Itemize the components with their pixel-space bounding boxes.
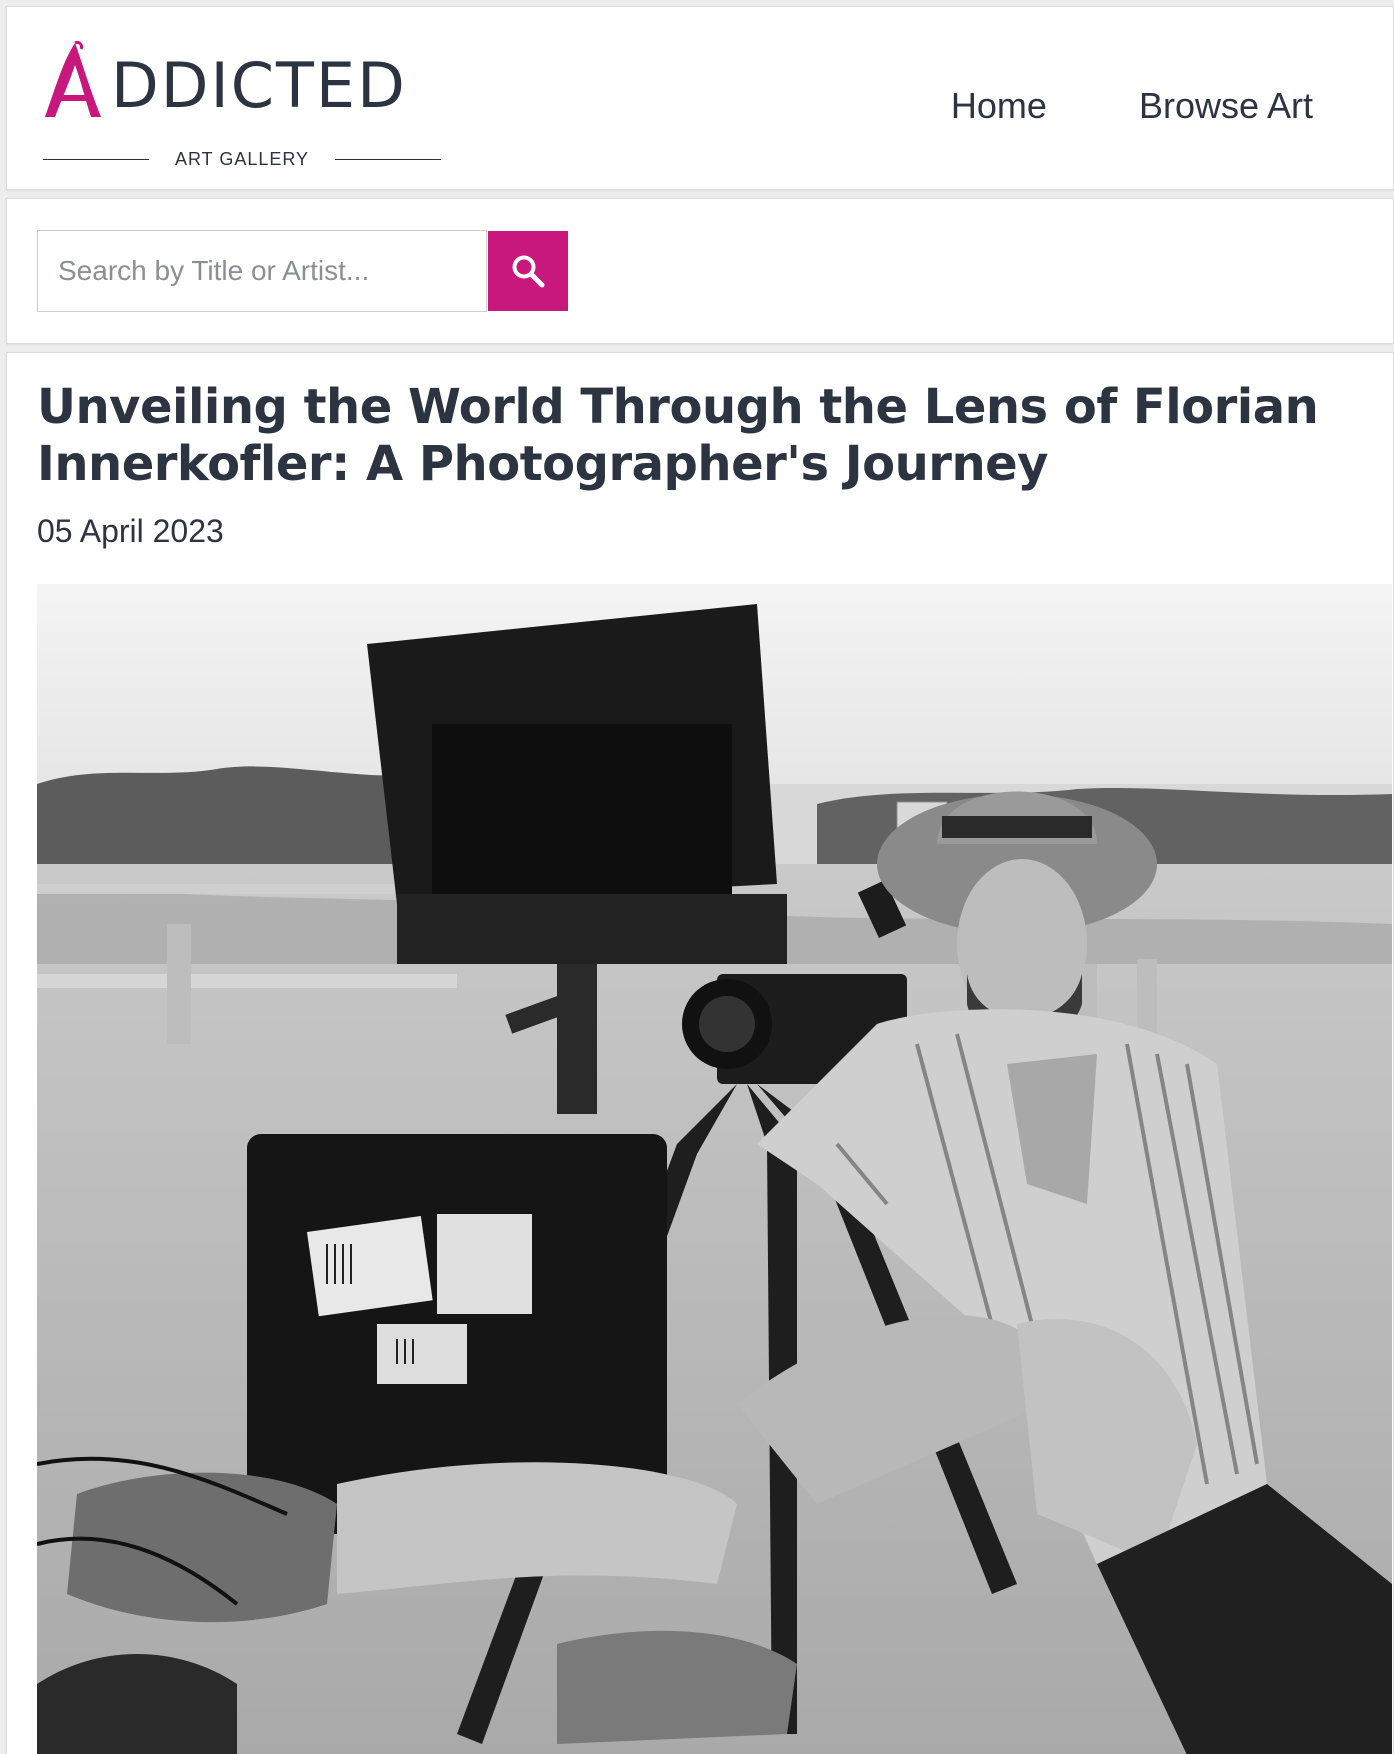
search-button[interactable]: [488, 231, 568, 311]
logo-rule-left: [43, 158, 149, 160]
article: Unveiling the World Through the Lens of …: [6, 352, 1394, 1754]
logo-a-mark: [45, 41, 101, 117]
photographer-with-camera-image: [37, 584, 1392, 1754]
nav-home-link[interactable]: Home: [951, 85, 1047, 127]
nav-browse-art-link[interactable]: Browse Art: [1139, 85, 1313, 127]
site-logo[interactable]: DDICTED ART GALLERY: [37, 37, 447, 177]
logo-wordmark-rest: DDICTED: [111, 49, 407, 122]
article-title: Unveiling the World Through the Lens of …: [37, 379, 1319, 492]
search-icon: [512, 255, 545, 288]
search-bar: [6, 198, 1394, 344]
search-box: [37, 230, 487, 312]
logo-wordmark: DDICTED: [111, 55, 407, 117]
page: DDICTED ART GALLERY Home Browse Art Unve…: [0, 0, 1394, 1754]
article-hero-image: [37, 584, 1392, 1754]
logo-subtitle: ART GALLERY: [174, 148, 310, 169]
article-date: 05 April 2023: [37, 513, 224, 549]
main-nav: Home Browse Art: [951, 85, 1313, 127]
logo-subtitle-row: ART GALLERY: [43, 147, 442, 171]
site-header: DDICTED ART GALLERY Home Browse Art: [6, 6, 1394, 190]
logo-rule-right: [335, 158, 442, 160]
search-input[interactable]: [38, 231, 484, 311]
